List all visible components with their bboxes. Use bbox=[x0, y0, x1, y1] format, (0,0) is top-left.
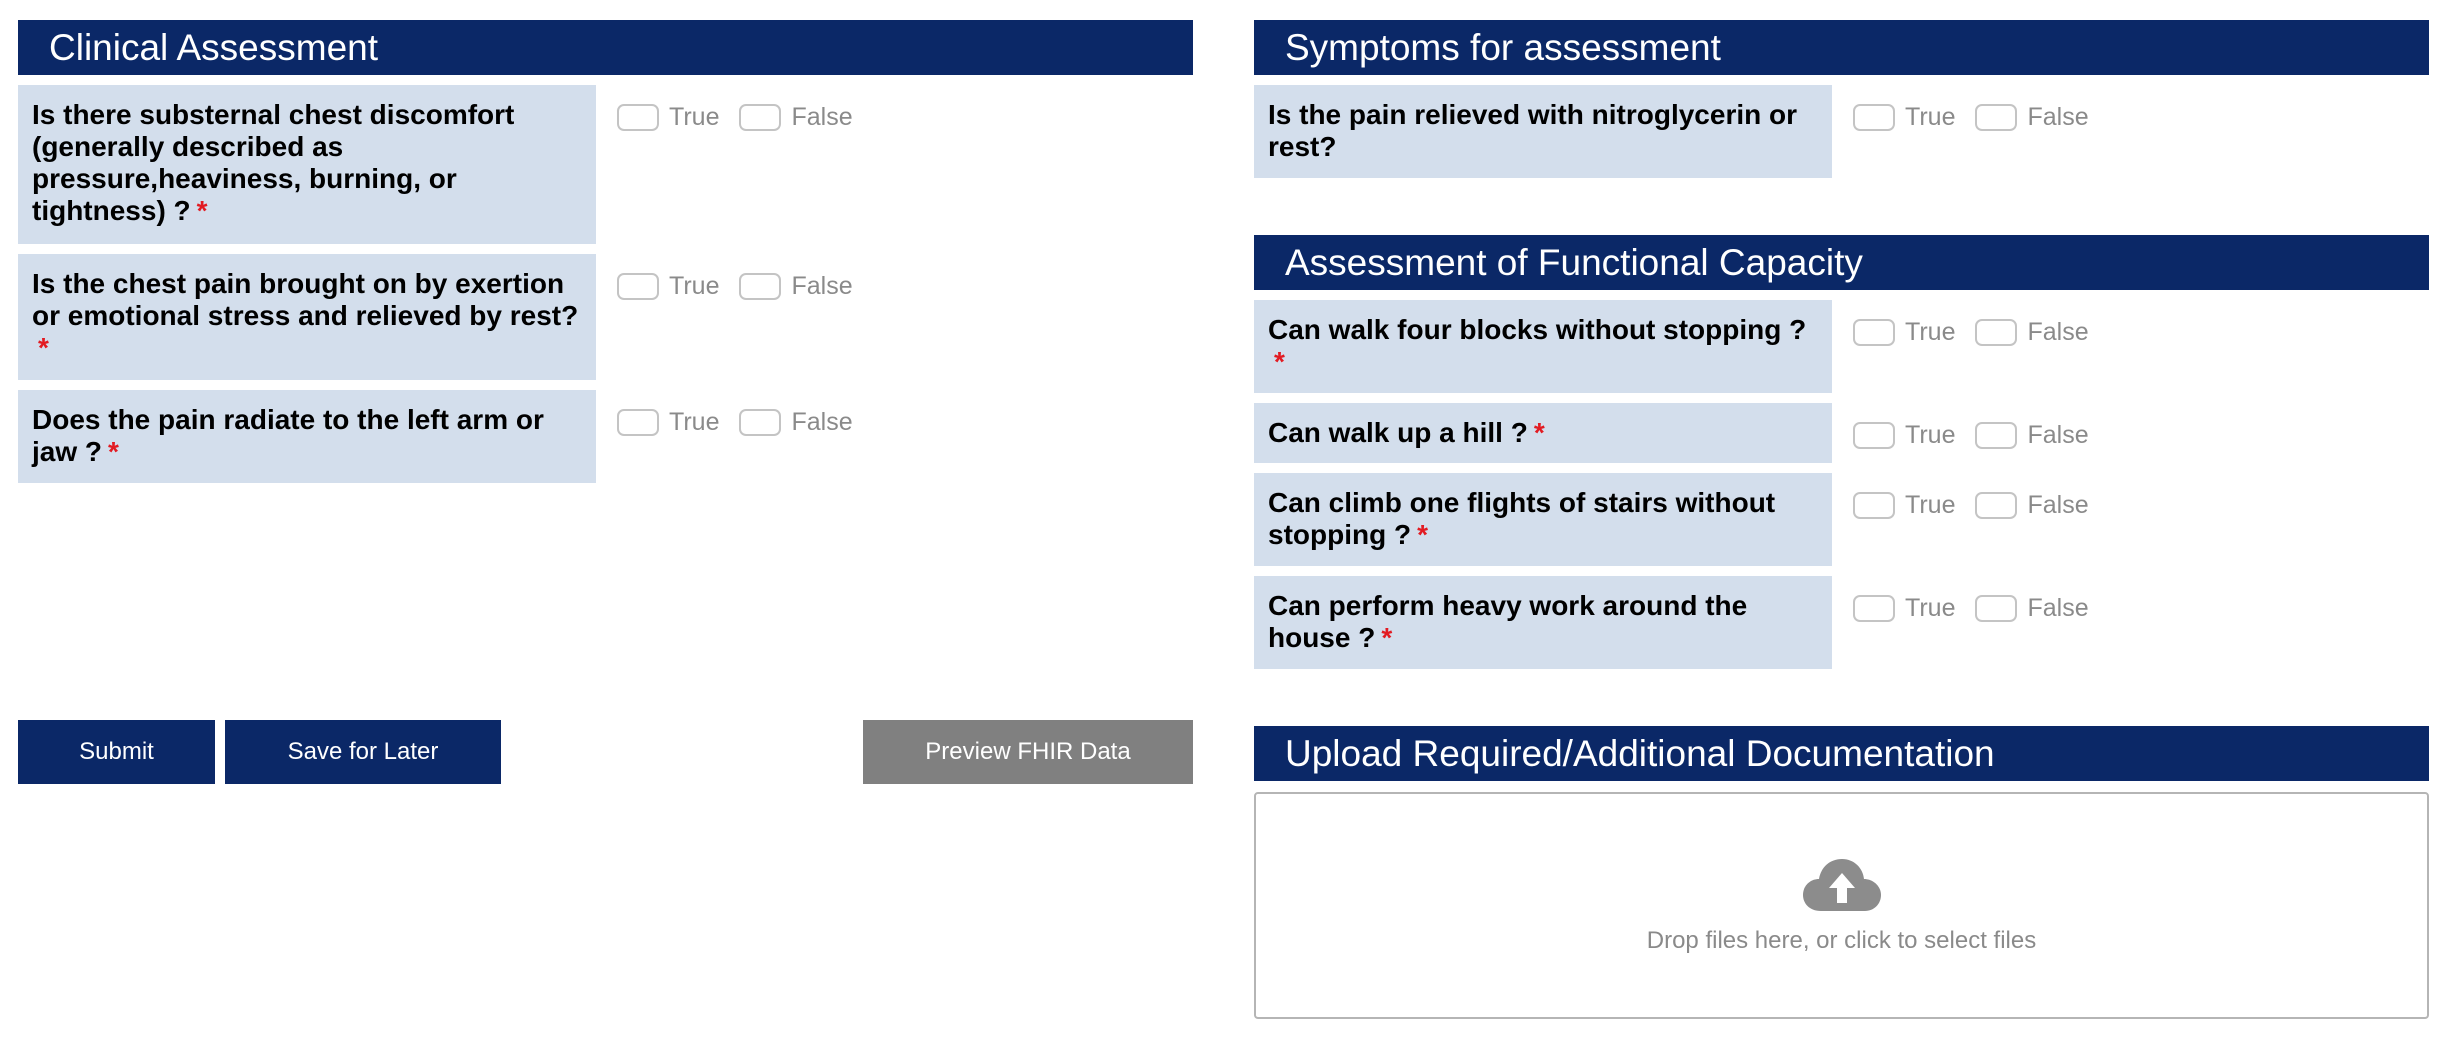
option-label: True bbox=[669, 408, 720, 436]
true-false-options: True False bbox=[1853, 85, 2109, 132]
option-true[interactable]: True bbox=[1853, 103, 1955, 132]
option-true[interactable]: True bbox=[617, 408, 719, 437]
true-false-options: True False bbox=[1853, 300, 2109, 347]
option-false[interactable]: False bbox=[1975, 491, 2089, 520]
section-title-symptoms: Symptoms for assessment bbox=[1254, 20, 2429, 75]
preview-fhir-button[interactable]: Preview FHIR Data bbox=[863, 720, 1193, 784]
option-label: False bbox=[791, 272, 853, 300]
false-checkbox[interactable] bbox=[1975, 595, 2018, 622]
question-text: Can perform heavy work around the house … bbox=[1268, 590, 1748, 653]
false-checkbox[interactable] bbox=[739, 409, 782, 436]
question-text: Can walk four blocks without stopping ? bbox=[1268, 314, 1807, 345]
option-label: False bbox=[2027, 421, 2089, 449]
cloud-upload-icon bbox=[1802, 858, 1881, 911]
option-true[interactable]: True bbox=[1853, 318, 1955, 347]
section-title-clinical: Clinical Assessment bbox=[18, 20, 1193, 75]
true-checkbox[interactable] bbox=[1853, 422, 1895, 449]
required-asterisk: * bbox=[1381, 622, 1393, 653]
save-for-later-button[interactable]: Save for Later bbox=[225, 720, 501, 784]
true-checkbox[interactable] bbox=[1853, 319, 1895, 346]
question-label: Does the pain radiate to the left arm or… bbox=[18, 390, 596, 483]
question-text: Can climb one flights of stairs without … bbox=[1268, 487, 1776, 550]
required-asterisk: * bbox=[38, 332, 49, 363]
true-checkbox[interactable] bbox=[617, 409, 659, 436]
question-label: Can perform heavy work around the house … bbox=[1254, 576, 1832, 669]
question-row: Is there substernal chest discomfort (ge… bbox=[18, 85, 1193, 244]
question-label: Is the pain relieved with nitroglycerin … bbox=[1254, 85, 1832, 178]
false-checkbox[interactable] bbox=[1975, 492, 2018, 519]
option-label: True bbox=[1905, 491, 1956, 519]
required-asterisk: * bbox=[108, 436, 119, 467]
true-false-options: True False bbox=[1853, 576, 2109, 623]
option-label: False bbox=[791, 103, 853, 131]
option-false[interactable]: False bbox=[1975, 594, 2089, 623]
true-checkbox[interactable] bbox=[1853, 595, 1895, 622]
option-false[interactable]: False bbox=[739, 103, 853, 132]
question-row: Is the chest pain brought on by exertion… bbox=[18, 254, 1193, 380]
true-checkbox[interactable] bbox=[617, 104, 659, 131]
false-checkbox[interactable] bbox=[739, 104, 782, 131]
section-title-upload: Upload Required/Additional Documentation bbox=[1254, 726, 2429, 781]
true-false-options: True False bbox=[617, 85, 873, 132]
true-checkbox[interactable] bbox=[617, 273, 659, 300]
option-label: False bbox=[2027, 318, 2089, 346]
question-text: Is there substernal chest discomfort (ge… bbox=[32, 99, 515, 226]
option-label: False bbox=[2027, 594, 2089, 622]
dropzone-text: Drop files here, or click to select file… bbox=[1646, 926, 2037, 954]
true-checkbox[interactable] bbox=[1853, 492, 1895, 519]
false-checkbox[interactable] bbox=[1975, 104, 2018, 131]
option-label: True bbox=[1905, 318, 1956, 346]
option-label: True bbox=[669, 272, 720, 300]
question-row: Can walk four blocks without stopping ?*… bbox=[1254, 300, 2429, 393]
submit-button[interactable]: Submit bbox=[18, 720, 215, 784]
question-row: Can perform heavy work around the house … bbox=[1254, 576, 2429, 669]
question-row: Does the pain radiate to the left arm or… bbox=[18, 390, 1193, 483]
true-checkbox[interactable] bbox=[1853, 104, 1895, 131]
required-asterisk: * bbox=[1274, 346, 1285, 377]
option-true[interactable]: True bbox=[617, 103, 719, 132]
true-false-options: True False bbox=[617, 254, 873, 301]
question-row: Is the pain relieved with nitroglycerin … bbox=[1254, 85, 2429, 178]
section-title-functional: Assessment of Functional Capacity bbox=[1254, 235, 2429, 290]
right-column: Symptoms for assessment Is the pain reli… bbox=[1254, 20, 2429, 1019]
option-label: True bbox=[1905, 103, 1956, 131]
option-false[interactable]: False bbox=[1975, 318, 2089, 347]
question-label: Can climb one flights of stairs without … bbox=[1254, 473, 1832, 566]
option-label: True bbox=[1905, 594, 1956, 622]
required-asterisk: * bbox=[1533, 417, 1545, 448]
question-label: Can walk four blocks without stopping ?* bbox=[1254, 300, 1832, 393]
option-false[interactable]: False bbox=[1975, 421, 2089, 450]
question-row: Can walk up a hill ? * True False bbox=[1254, 403, 2429, 463]
option-true[interactable]: True bbox=[617, 272, 719, 301]
true-false-options: True False bbox=[1853, 473, 2109, 520]
option-label: False bbox=[791, 408, 853, 436]
option-false[interactable]: False bbox=[739, 408, 853, 437]
required-asterisk: * bbox=[196, 195, 208, 226]
option-true[interactable]: True bbox=[1853, 421, 1955, 450]
option-label: False bbox=[2027, 491, 2089, 519]
file-dropzone[interactable]: Drop files here, or click to select file… bbox=[1254, 792, 2429, 1019]
false-checkbox[interactable] bbox=[1975, 422, 2018, 449]
question-label: Can walk up a hill ? * bbox=[1254, 403, 1832, 463]
false-checkbox[interactable] bbox=[1975, 319, 2018, 346]
question-text: Is the chest pain brought on by exertion… bbox=[32, 268, 579, 331]
required-asterisk: * bbox=[1417, 519, 1428, 550]
false-checkbox[interactable] bbox=[739, 273, 782, 300]
option-label: False bbox=[2027, 103, 2089, 131]
option-true[interactable]: True bbox=[1853, 594, 1955, 623]
true-false-options: True False bbox=[617, 390, 873, 437]
question-label: Is there substernal chest discomfort (ge… bbox=[18, 85, 596, 244]
true-false-options: True False bbox=[1853, 403, 2109, 450]
question-text: Can walk up a hill ? bbox=[1268, 417, 1528, 448]
option-true[interactable]: True bbox=[1853, 491, 1955, 520]
option-false[interactable]: False bbox=[739, 272, 853, 301]
option-false[interactable]: False bbox=[1975, 103, 2089, 132]
question-row: Can climb one flights of stairs without … bbox=[1254, 473, 2429, 566]
question-label: Is the chest pain brought on by exertion… bbox=[18, 254, 596, 380]
question-text: Is the pain relieved with nitroglycerin … bbox=[1268, 99, 1798, 162]
option-label: True bbox=[1905, 421, 1956, 449]
option-label: True bbox=[669, 103, 720, 131]
clinical-assessment-section: Clinical Assessment Is there substernal … bbox=[18, 20, 1193, 483]
